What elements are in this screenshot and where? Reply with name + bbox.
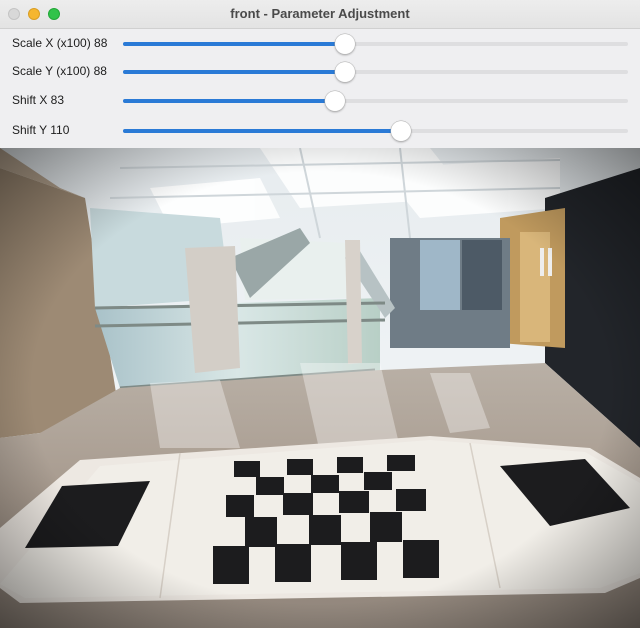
slider-shift-x-fill: [123, 99, 336, 103]
window-title: front - Parameter Adjustment: [230, 6, 410, 21]
slider-shift-y-fill: [123, 129, 401, 133]
title-bar: front - Parameter Adjustment: [0, 0, 640, 29]
slider-scale-x-fill: [123, 42, 346, 46]
app-window: front - Parameter Adjustment Scale X (x1…: [0, 0, 640, 628]
slider-shift-x-thumb[interactable]: [325, 91, 346, 111]
slider-shift-y-row: Shift Y 110: [0, 116, 640, 146]
slider-shift-x-label: Shift X 83: [12, 93, 65, 107]
slider-scale-x-track[interactable]: [123, 34, 628, 54]
camera-image: [0, 148, 640, 628]
slider-shift-y-track[interactable]: [123, 121, 628, 141]
slider-scale-y-fill: [123, 70, 346, 74]
slider-shift-x-track[interactable]: [123, 91, 628, 111]
slider-scale-x-row: Scale X (x100) 88: [0, 29, 640, 59]
slider-scale-x-label: Scale X (x100) 88: [12, 36, 108, 50]
slider-scale-y-thumb[interactable]: [335, 62, 356, 82]
slider-shift-y-label: Shift Y 110: [12, 123, 70, 137]
slider-shift-x-row: Shift X 83: [0, 86, 640, 116]
trackbar-panel: Scale X (x100) 88 Scale Y (x100) 88 Shif…: [0, 29, 640, 148]
slider-scale-y-label: Scale Y (x100) 88: [12, 64, 107, 78]
slider-scale-x-thumb[interactable]: [335, 34, 356, 54]
slider-shift-y-thumb[interactable]: [390, 121, 411, 141]
slider-scale-y-row: Scale Y (x100) 88: [0, 57, 640, 87]
slider-scale-y-track[interactable]: [123, 62, 628, 82]
